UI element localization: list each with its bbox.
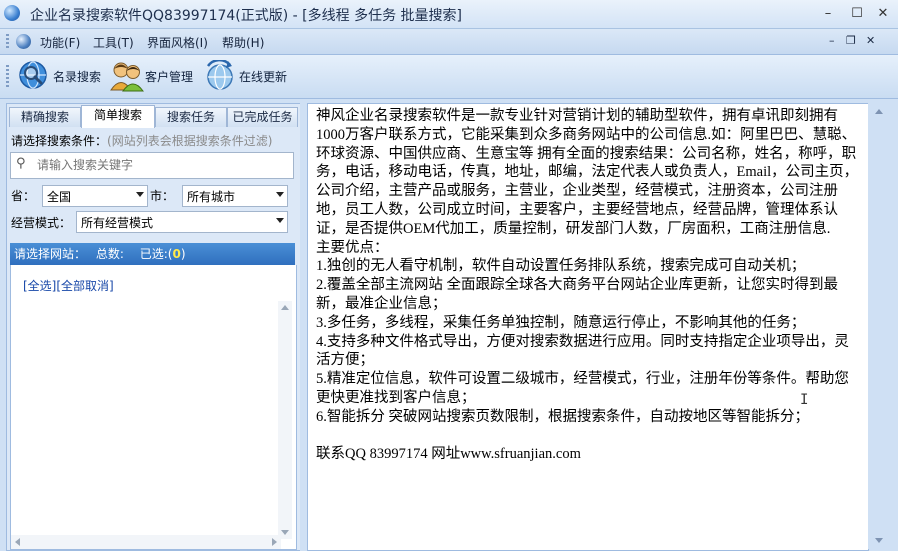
chevron-down-icon bbox=[276, 192, 284, 197]
site-select-links: [全选][全部取消] bbox=[23, 277, 114, 294]
advantage-item: 1.独创的无人看守机制，软件自动设置任务排队系统，搜索完成可自动关机； bbox=[316, 258, 806, 275]
site-list-horizontal-scrollbar[interactable] bbox=[11, 535, 281, 549]
advantage-item: 3.多任务，多线程，采集任务单独控制，随意运行停止，不影响其他的任务； bbox=[316, 314, 806, 331]
description-panel: 神风企业名录搜索软件是一款专业针对营销计划的辅助型软件，拥有卓讯即刻拥有1000… bbox=[307, 103, 869, 551]
left-panel: 精确搜索 简单搜索 搜索任务 已完成任务 请选择搜索条件：(网站列表会根据搜索条… bbox=[6, 103, 301, 551]
menu-function[interactable]: 功能(F) bbox=[40, 34, 80, 51]
customer-management-label: 客户管理 bbox=[145, 69, 194, 84]
menu-grip bbox=[6, 34, 9, 49]
customer-management-button[interactable]: 客户管理 bbox=[110, 59, 193, 93]
site-selected-close: ) bbox=[180, 247, 186, 261]
toolbar-grip bbox=[6, 65, 9, 89]
scroll-down-icon[interactable] bbox=[281, 530, 289, 535]
online-update-label: 在线更新 bbox=[239, 69, 288, 84]
scroll-up-icon[interactable] bbox=[281, 305, 289, 310]
users-icon bbox=[110, 60, 144, 92]
mdi-close-button[interactable]: ✕ bbox=[866, 34, 875, 47]
text-cursor-icon: I bbox=[800, 392, 809, 408]
window-title: 企业名录搜索软件QQ83997174(正式版) - [多线程 多任务 批量搜索] bbox=[30, 8, 462, 24]
site-selected-count: 0 bbox=[172, 247, 181, 261]
advantage-item: 5.精准定位信息，软件可设置二级城市，经营模式，行业，注册年份等条件。帮助您更快… bbox=[316, 371, 849, 406]
scroll-up-icon[interactable] bbox=[875, 109, 883, 114]
site-list-vertical-scrollbar[interactable] bbox=[278, 301, 292, 539]
chevron-down-icon bbox=[276, 218, 284, 223]
search-globe-icon bbox=[18, 60, 50, 92]
advantages-heading: 主要优点： bbox=[316, 239, 389, 256]
province-label: 省： bbox=[11, 189, 36, 203]
app-logo-icon bbox=[16, 34, 31, 49]
app-globe-icon bbox=[4, 5, 20, 21]
business-mode-label: 经营模式： bbox=[11, 216, 72, 230]
city-select[interactable]: 所有城市 bbox=[182, 185, 288, 207]
business-mode-value: 所有经营模式 bbox=[81, 216, 154, 230]
menu-tools[interactable]: 工具(T) bbox=[93, 34, 134, 51]
deselect-all-link[interactable]: [全部取消] bbox=[56, 279, 113, 293]
advantage-item: 2.覆盖全部主流网站 全面跟踪全球各大商务平台网站企业库更新，让您实时得到最新，… bbox=[316, 277, 838, 312]
scroll-down-icon[interactable] bbox=[875, 538, 883, 543]
mdi-minimize-button[interactable]: – bbox=[829, 34, 835, 47]
title-bar: 企业名录搜索软件QQ83997174(正式版) - [多线程 多任务 批量搜索]… bbox=[0, 0, 898, 29]
description-scrollbar[interactable] bbox=[868, 103, 890, 549]
select-all-link[interactable]: [全选] bbox=[23, 279, 56, 293]
condition-hint: (网站列表会根据搜索条件过滤) bbox=[107, 134, 273, 148]
directory-search-button[interactable]: 名录搜索 bbox=[18, 59, 101, 93]
site-selected-label: 已选:( bbox=[139, 247, 173, 261]
minimize-button[interactable]: – bbox=[818, 4, 838, 24]
business-mode-select[interactable]: 所有经营模式 bbox=[76, 211, 288, 233]
menu-interface-style[interactable]: 界面风格(I) bbox=[147, 34, 208, 51]
keyword-search-box: ⚲ bbox=[10, 152, 294, 179]
description-text: 神风企业名录搜索软件是一款专业针对营销计划的辅助型软件，拥有卓讯即刻拥有1000… bbox=[316, 107, 862, 464]
condition-label-text: 请选择搜索条件： bbox=[11, 134, 108, 148]
directory-search-label: 名录搜索 bbox=[53, 69, 102, 84]
tab-precise-search[interactable]: 精确搜索 bbox=[9, 107, 81, 127]
tab-completed-tasks[interactable]: 已完成任务 bbox=[227, 107, 298, 127]
menu-bar: 功能(F) 工具(T) 界面风格(I) 帮助(H) – ❐ ✕ bbox=[0, 29, 898, 55]
close-button[interactable]: ✕ bbox=[873, 4, 893, 24]
online-update-button[interactable]: 在线更新 bbox=[204, 58, 288, 93]
search-icon: ⚲ bbox=[16, 156, 26, 171]
city-label: 市： bbox=[150, 189, 175, 203]
update-globe-icon bbox=[204, 58, 236, 92]
site-total-label: 总数: bbox=[95, 247, 124, 261]
panel-splitter[interactable] bbox=[300, 103, 306, 551]
site-list: [全选][全部取消] bbox=[10, 265, 297, 550]
scroll-right-icon[interactable] bbox=[272, 538, 277, 546]
keyword-search-input[interactable] bbox=[37, 156, 287, 173]
maximize-button[interactable]: ☐ bbox=[847, 4, 867, 24]
tab-search-tasks[interactable]: 搜索任务 bbox=[155, 107, 227, 127]
toolbar: 名录搜索 客户管理 在线更新 bbox=[0, 55, 898, 99]
site-header-prefix: 请选择网站： bbox=[14, 247, 87, 261]
advantage-item: 4.支持多种文件格式导出，方便对搜索数据进行应用。同时支持指定企业项导出，灵活方… bbox=[316, 333, 849, 369]
condition-label: 请选择搜索条件：(网站列表会根据搜索条件过滤) bbox=[11, 132, 272, 149]
province-value: 全国 bbox=[47, 190, 72, 204]
mdi-restore-button[interactable]: ❐ bbox=[846, 34, 856, 47]
scroll-left-icon[interactable] bbox=[15, 538, 20, 546]
menu-help[interactable]: 帮助(H) bbox=[222, 34, 264, 51]
province-select[interactable]: 全国 bbox=[42, 185, 148, 207]
intro-paragraph: 神风企业名录搜索软件是一款专业针对营销计划的辅助型软件，拥有卓讯即刻拥有1000… bbox=[316, 108, 859, 237]
chevron-down-icon bbox=[136, 192, 144, 197]
advantage-item: 6.智能拆分 突破网站搜索页数限制，根据搜索条件，自动按地区等智能拆分； bbox=[316, 408, 809, 425]
contact-line: 联系QQ 83997174 网址www.sfruanjian.com bbox=[316, 446, 581, 463]
tab-simple-search[interactable]: 简单搜索 bbox=[81, 105, 155, 128]
city-value: 所有城市 bbox=[187, 190, 236, 204]
site-list-header: 请选择网站： 总数: 已选:(0) bbox=[10, 243, 295, 265]
